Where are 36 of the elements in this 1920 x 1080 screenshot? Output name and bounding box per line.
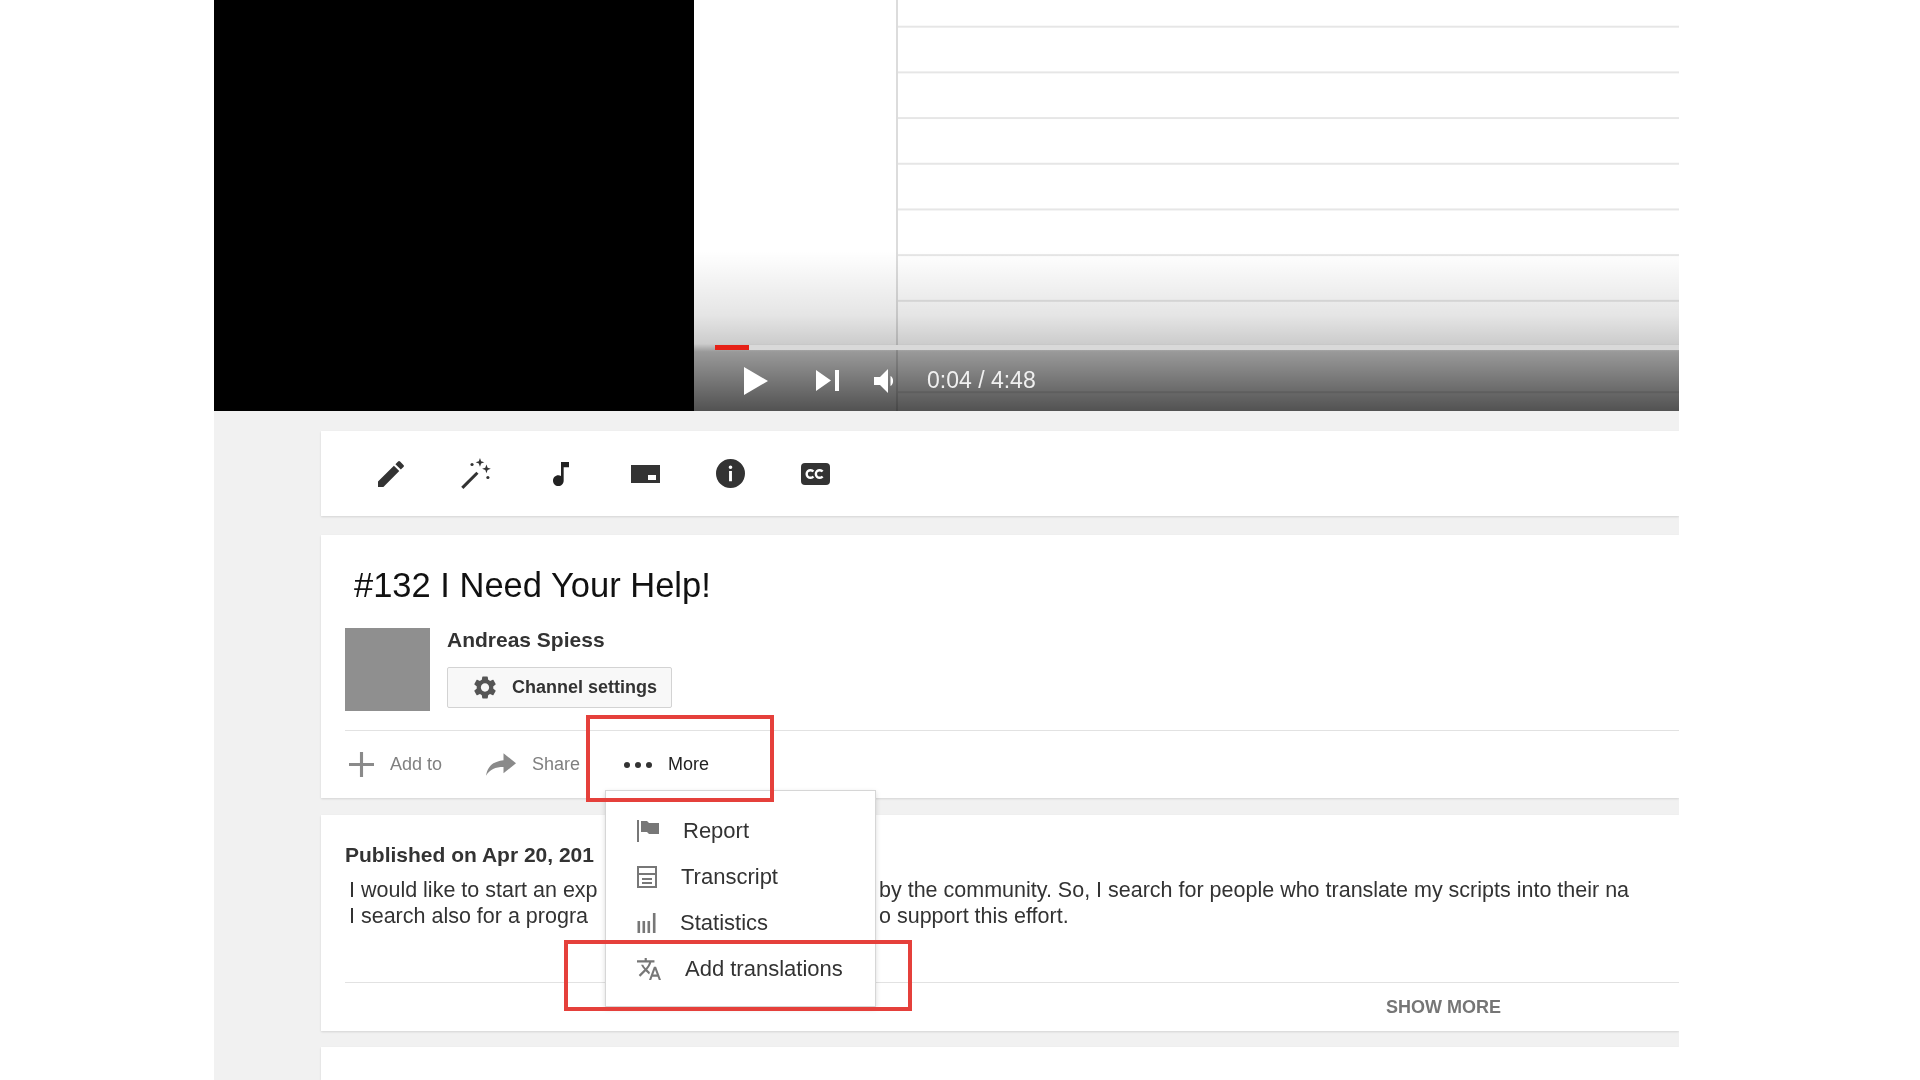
description-text: I would like to start an exp: [349, 877, 598, 903]
document-icon: [637, 866, 657, 888]
video-player[interactable]: 0:04 / 4:48: [214, 0, 1679, 411]
menu-item[interactable]: Statistics: [606, 907, 875, 939]
magic-wand-icon[interactable]: [460, 458, 491, 489]
closed-captions-icon[interactable]: [801, 462, 830, 485]
channel-name: Andreas Spiess: [447, 628, 605, 652]
volume-icon[interactable]: [873, 368, 895, 393]
music-note-icon[interactable]: [552, 461, 569, 486]
publish-date: Published on Apr 20, 201: [345, 842, 594, 868]
share-button[interactable]: Share: [486, 753, 581, 776]
menu-item[interactable]: Report: [606, 815, 875, 847]
progress-track[interactable]: [715, 345, 1679, 350]
description-text: by the community. So, I search for people who translate my scripts into their na: [879, 877, 1630, 903]
menu-item[interactable]: Add translations: [606, 953, 875, 985]
next-icon[interactable]: [816, 370, 839, 391]
plus-icon: [349, 752, 374, 777]
bar-chart-icon: [637, 913, 656, 933]
description-text: o support this effort.: [879, 903, 1069, 929]
flag-icon: [637, 820, 659, 842]
dots-icon: [624, 761, 653, 768]
description-text: I search also for a progra: [349, 903, 588, 929]
gear-icon: [474, 676, 496, 699]
window-inset-icon[interactable]: [631, 464, 660, 483]
video-title: #132 I Need Your Help!: [354, 565, 711, 605]
more-button[interactable]: More: [624, 754, 710, 775]
share-arrow-icon: [486, 753, 517, 776]
play-icon[interactable]: [744, 366, 768, 395]
info-icon[interactable]: [716, 459, 745, 488]
menu-item[interactable]: Transcript: [606, 861, 875, 893]
show-more-button[interactable]: SHOW MORE: [1386, 996, 1501, 1018]
add-to-button[interactable]: Add to: [349, 752, 443, 777]
translate-icon: [637, 958, 661, 980]
channel-settings-button[interactable]: Channel settings: [447, 667, 673, 708]
time-label: 0:04 / 4:48: [927, 367, 1036, 394]
pencil-icon[interactable]: [377, 460, 404, 487]
